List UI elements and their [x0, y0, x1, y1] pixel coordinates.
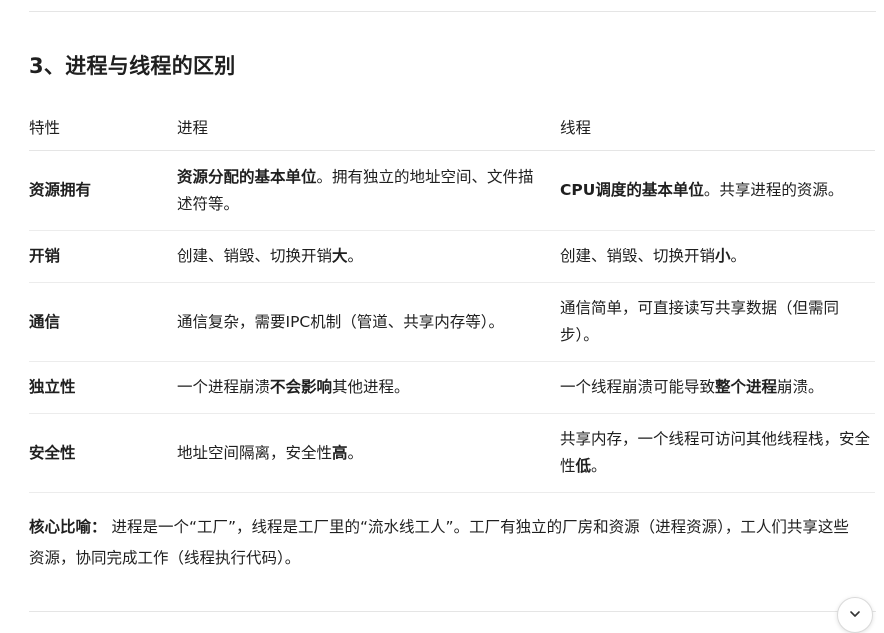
feature-cell: 开销 — [29, 230, 177, 283]
thread-cell: 创建、销毁、切换开销小。 — [560, 230, 875, 283]
table-row: 安全性 地址空间隔离，安全性高。 共享内存，一个线程可访问其他线程栈，安全性低。 — [29, 413, 875, 493]
cell-text: 创建、销毁、切换开销 — [560, 247, 716, 265]
top-divider — [29, 11, 876, 12]
cell-text: 。 — [347, 247, 364, 265]
cell-text: 。 — [730, 247, 747, 265]
process-cell: 一个进程崩溃不会影响其他进程。 — [177, 361, 560, 414]
bold-text: 小 — [715, 247, 731, 265]
feature-cell: 安全性 — [29, 413, 177, 493]
summary-text: 进程是一个“工厂”，线程是工厂里的“流水线工人”。工厂有独立的厂房和资源（进程资… — [29, 518, 849, 567]
cell-text: 通信简单，可直接读写共享数据（但需同步）。 — [560, 299, 840, 344]
section-heading: 3、进程与线程的区别 — [29, 54, 236, 78]
scroll-down-button[interactable] — [837, 597, 873, 633]
table-row: 通信 通信复杂，需要IPC机制（管道、共享内存等）。 通信简单，可直接读写共享数… — [29, 282, 875, 362]
bold-text: CPU调度的基本单位 — [560, 181, 704, 199]
process-cell: 通信复杂，需要IPC机制（管道、共享内存等）。 — [177, 282, 560, 362]
bold-text: 低 — [575, 457, 592, 475]
bold-text: 不会影响 — [270, 378, 333, 396]
bottom-divider — [29, 611, 876, 612]
cell-text: 其他进程。 — [332, 378, 410, 396]
feature-cell: 独立性 — [29, 361, 177, 414]
header-feature: 特性 — [29, 104, 177, 151]
thread-cell: 一个线程崩溃可能导致整个进程崩溃。 — [560, 361, 875, 414]
process-cell: 地址空间隔离，安全性高。 — [177, 413, 560, 493]
summary-label: 核心比喻： — [29, 518, 107, 536]
header-thread: 线程 — [560, 104, 875, 151]
feature-cell: 资源拥有 — [29, 150, 177, 231]
thread-cell: CPU调度的基本单位。共享进程的资源。 — [560, 150, 875, 231]
table-header-row: 特性 进程 线程 — [29, 104, 875, 151]
cell-text: 崩溃。 — [777, 378, 824, 396]
cell-text: 。 — [347, 443, 364, 462]
cell-text: 。共享进程的资源。 — [703, 181, 844, 199]
cell-text: 地址空间隔离，安全性 — [177, 443, 333, 462]
process-cell: 资源分配的基本单位。拥有独立的地址空间、文件描述符等。 — [177, 150, 560, 231]
feature-cell: 通信 — [29, 282, 177, 362]
bold-text: 整个进程 — [715, 378, 778, 396]
bold-text: 资源分配的基本单位 — [177, 167, 317, 186]
cell-text: 创建、销毁、切换开销 — [177, 247, 333, 265]
cell-text: 通信复杂，需要IPC机制（管道、共享内存等）。 — [177, 312, 504, 331]
thread-cell: 通信简单，可直接读写共享数据（但需同步）。 — [560, 282, 875, 362]
cell-text: 。 — [591, 457, 607, 475]
summary-paragraph: 核心比喻： 进程是一个“工厂”，线程是工厂里的“流水线工人”。工厂有独立的厂房和… — [29, 512, 864, 574]
table-row: 独立性 一个进程崩溃不会影响其他进程。 一个线程崩溃可能导致整个进程崩溃。 — [29, 361, 875, 414]
thread-cell: 共享内存，一个线程可访问其他线程栈，安全性低。 — [560, 413, 875, 493]
comparison-table: 特性 进程 线程 资源拥有 资源分配的基本单位。拥有独立的地址空间、文件描述符等… — [29, 104, 875, 493]
table-row: 资源拥有 资源分配的基本单位。拥有独立的地址空间、文件描述符等。 CPU调度的基… — [29, 150, 875, 231]
bold-text: 大 — [332, 247, 348, 265]
bold-text: 高 — [332, 443, 348, 462]
cell-text: 一个进程崩溃 — [177, 378, 271, 396]
process-cell: 创建、销毁、切换开销大。 — [177, 230, 560, 283]
chevron-down-icon — [848, 606, 862, 625]
cell-text: 一个线程崩溃可能导致 — [560, 378, 716, 396]
header-process: 进程 — [177, 104, 560, 151]
table-row: 开销 创建、销毁、切换开销大。 创建、销毁、切换开销小。 — [29, 230, 875, 283]
